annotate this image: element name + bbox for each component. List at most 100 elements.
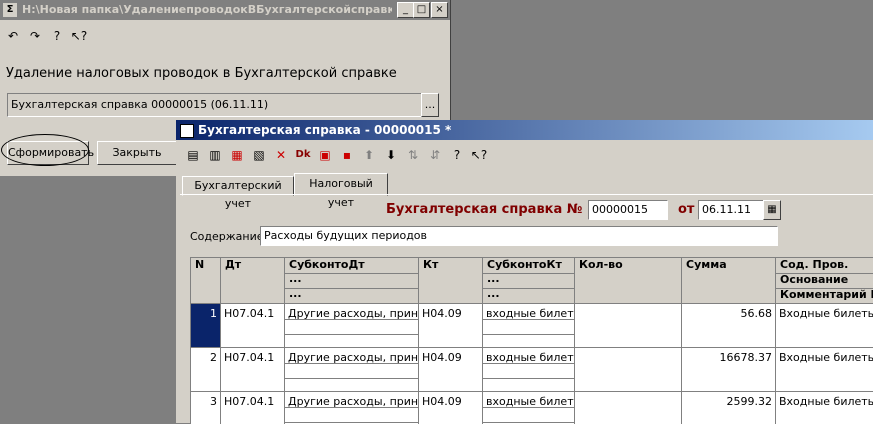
sort-asc-icon[interactable]: ⇅ (404, 146, 422, 164)
document-window-titlebar[interactable]: Бухгалтерская справка - 00000015 * (176, 120, 873, 140)
cell-sod[interactable]: Входные билеты (776, 392, 873, 424)
cell-n-text: 1 (210, 307, 217, 320)
table-row[interactable]: 1 Н07.04.1 Другие расходы, приним Н04.09 вхо… (191, 304, 873, 348)
redo-icon[interactable]: ↷ (26, 27, 44, 45)
cell-n-text: 2 (210, 351, 217, 364)
form-window-titlebar[interactable]: Σ H:\Новая папка\УдалениепроводокВБухгал… (0, 0, 450, 20)
subkonto-divider (285, 319, 418, 320)
column-header-content[interactable]: Сод. Пров. Основание Комментарий Н (776, 258, 873, 304)
document-number-value: 00000015 (592, 203, 648, 216)
minimize-button[interactable]: _ (397, 2, 414, 18)
cell-n[interactable]: 1 (191, 304, 221, 348)
cell-subkt[interactable]: входные билеты (483, 392, 575, 424)
calendar-icon: ▦ (767, 204, 777, 215)
basis-column-label: Основание (780, 273, 849, 286)
cell-qty[interactable] (575, 304, 682, 348)
cell-kt[interactable]: Н04.09 (419, 304, 483, 348)
column-header-dt[interactable]: Дт (221, 258, 285, 304)
cell-subdt[interactable]: Другие расходы, приним (285, 304, 419, 348)
cell-subdt[interactable]: Другие расходы, приним (285, 348, 419, 392)
column-header-sum[interactable]: Сумма (682, 258, 776, 304)
document-toolbar: ▤ ▥ ▦ ▧ ✕ Dk ▣ ▪ ⬆ ⬇ ⇅ ⇵ ? ↖? (184, 146, 514, 166)
post-icon[interactable]: ▣ (316, 146, 334, 164)
form-window-title: H:\Новая папка\УдалениепроводокВБухгалте… (22, 3, 392, 16)
cell-kt-text: Н04.09 (422, 395, 462, 408)
add-row-icon[interactable]: ▤ (184, 146, 202, 164)
document-number-input[interactable]: 00000015 (588, 200, 668, 220)
cell-qty[interactable] (575, 392, 682, 424)
app-icon: Σ (3, 3, 17, 17)
table-row[interactable]: 2 Н07.04.1 Другие расходы, приним Н04.09 вхо… (191, 348, 873, 392)
subkonto-divider (285, 407, 418, 408)
cell-kt[interactable]: Н04.09 (419, 348, 483, 392)
cell-dt[interactable]: Н07.04.1 (221, 304, 285, 348)
cell-kt-text: Н04.09 (422, 307, 462, 320)
move-up-icon[interactable]: ⬆ (360, 146, 378, 164)
edit-icon[interactable]: ▧ (250, 146, 268, 164)
dt-kt-icon[interactable]: Dk (294, 146, 312, 164)
subkonto-divider (285, 334, 418, 335)
column-header-n[interactable]: N (191, 258, 221, 304)
tab-accounting[interactable]: Бухгалтерский учет (182, 176, 294, 210)
cell-sum[interactable]: 2599.32 (682, 392, 776, 424)
cell-sod[interactable]: Входные билеты (776, 304, 873, 348)
context-help-icon[interactable]: ↖? (470, 146, 488, 164)
entries-table[interactable]: N Дт СубконтоДт ... ... Кт СубконтоКт ..… (190, 257, 873, 424)
subkonto-divider (483, 319, 574, 320)
subkonto-dt-label: СубконтоДт (289, 258, 365, 271)
cell-sod-text: Входные билеты (779, 395, 873, 408)
content-value: Расходы будущих периодов (264, 229, 428, 242)
tab-panel-border (180, 194, 873, 195)
context-help-icon[interactable]: ↖? (70, 27, 88, 45)
tab-tax[interactable]: Налоговый учет (294, 173, 388, 209)
copy-row-icon[interactable]: ▥ (206, 146, 224, 164)
sort-desc-icon[interactable]: ⇵ (426, 146, 444, 164)
form-heading: Удаление налоговых проводок в Бухгалтерс… (6, 66, 397, 81)
document-window-title: Бухгалтерская справка - 00000015 * (198, 123, 452, 137)
cell-sod[interactable]: Входные билеты (776, 348, 873, 392)
move-down-icon[interactable]: ⬇ (382, 146, 400, 164)
document-field[interactable]: Бухгалтерская справка 00000015 (06.11.11… (7, 93, 422, 117)
insert-icon[interactable]: ▪ (338, 146, 356, 164)
cell-subkt[interactable]: входные билеты (483, 348, 575, 392)
cell-n[interactable]: 2 (191, 348, 221, 392)
cell-n-text: 3 (210, 395, 217, 408)
content-input[interactable]: Расходы будущих периодов (260, 226, 778, 246)
cell-sum[interactable]: 16678.37 (682, 348, 776, 392)
cell-dt-text: Н07.04.1 (224, 395, 275, 408)
undo-icon[interactable]: ↶ (4, 27, 22, 45)
column-header-kt[interactable]: Кт (419, 258, 483, 304)
subkonto-dt-2-label: ... (289, 272, 302, 285)
select-document-button[interactable]: ... (421, 93, 439, 117)
delete-row-icon[interactable]: ▦ (228, 146, 246, 164)
column-header-subkonto-dt[interactable]: СубконтоДт ... ... (285, 258, 419, 304)
cell-dt[interactable]: Н07.04.1 (221, 348, 285, 392)
close-form-button[interactable]: Закрыть (97, 141, 177, 165)
cell-sum-text: 56.68 (740, 307, 773, 320)
table-row[interactable]: 3 Н07.04.1 Другие расходы, приним Н04.09 вхо… (191, 392, 873, 424)
subkonto-kt-label: СубконтоКт (487, 258, 562, 271)
delete-icon[interactable]: ✕ (272, 146, 290, 164)
document-window: Бухгалтерская справка - 00000015 * ▤ ▥ ▦… (176, 120, 873, 424)
maximize-button[interactable]: □ (413, 2, 430, 18)
subkonto-kt-3-label: ... (487, 287, 500, 300)
content-label: Содержание: (190, 230, 268, 243)
subkonto-divider (483, 334, 574, 335)
document-date-input[interactable]: 06.11.11 (698, 200, 764, 220)
subkonto-divider (285, 363, 418, 364)
calendar-button[interactable]: ▦ (763, 200, 781, 220)
cell-dt[interactable]: Н07.04.1 (221, 392, 285, 424)
cell-n[interactable]: 3 (191, 392, 221, 424)
column-header-qty[interactable]: Кол-во (575, 258, 682, 304)
help-icon[interactable]: ? (448, 146, 466, 164)
subkonto-divider (483, 363, 574, 364)
help-icon[interactable]: ? (48, 27, 66, 45)
cell-subdt[interactable]: Другие расходы, приним (285, 392, 419, 424)
column-header-subkonto-kt[interactable]: СубконтоКт ... ... (483, 258, 575, 304)
close-button[interactable]: × (431, 2, 448, 18)
cell-subkt[interactable]: входные билеты (483, 304, 575, 348)
cell-kt[interactable]: Н04.09 (419, 392, 483, 424)
cell-qty[interactable] (575, 348, 682, 392)
cell-sum[interactable]: 56.68 (682, 304, 776, 348)
highlight-circle (1, 134, 89, 166)
